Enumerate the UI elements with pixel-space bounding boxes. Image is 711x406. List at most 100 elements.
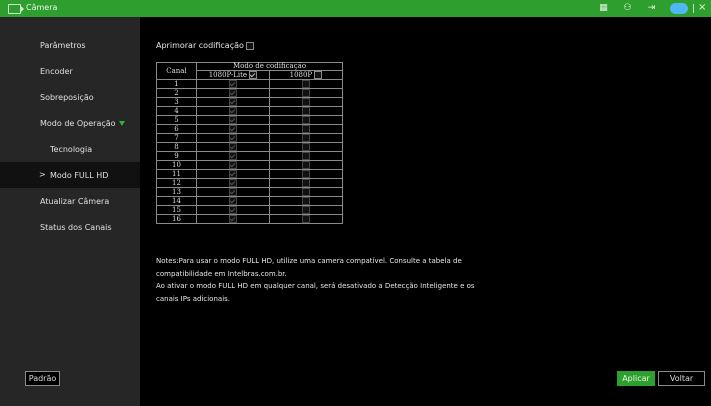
cloud-icon[interactable] [670,3,688,14]
1080p-lite-checkbox[interactable] [229,215,237,223]
lite-cell [196,79,270,89]
1080p-lite-checkbox[interactable] [229,98,237,106]
1080p-checkbox[interactable] [302,170,310,178]
logout-icon[interactable]: ⇥ [646,3,657,14]
1080p-lite-checkbox[interactable] [229,80,237,88]
sidebar-item-modo-full-hd[interactable]: > Modo FULL HD [0,162,140,188]
1080p-lite-checkbox[interactable] [229,170,237,178]
1080p-checkbox[interactable] [302,179,310,187]
main-content: Aprimorar codificação Canal Modo de codi… [140,17,711,406]
fullhd-cell [269,169,343,179]
table-row: 15 [156,205,343,215]
1080p-lite-checkbox[interactable] [229,134,237,142]
1080p-lite-checkbox[interactable] [229,143,237,151]
table-row: 12 [156,178,343,188]
select-all-1080p-checkbox[interactable] [314,71,323,79]
users-icon[interactable]: ⚇ [622,3,633,14]
1080p-lite-checkbox[interactable] [229,125,237,133]
improve-encoding-row: Aprimorar codificação [156,41,255,50]
select-all-1080p-lite-checkbox[interactable] [249,71,258,79]
channel-cell: 15 [156,205,197,215]
channel-cell: 9 [156,151,197,161]
sidebar-item-sobreposicao[interactable]: Sobreposição [0,84,140,110]
fullhd-cell [269,151,343,161]
lite-cell [196,97,270,107]
lite-cell [196,133,270,143]
chevron-right-icon: > [39,170,46,179]
table-row: 4 [156,106,343,116]
notes-line: Ao ativar o modo FULL HD em qualquer can… [156,282,475,290]
fullhd-cell [269,79,343,89]
1080p-checkbox[interactable] [302,107,310,115]
sidebar-item-encoder[interactable]: Encoder [0,58,140,84]
table-row: 14 [156,196,343,206]
fullhd-cell [269,196,343,206]
1080p-checkbox[interactable] [302,134,310,142]
1080p-checkbox[interactable] [302,80,310,88]
channel-cell: 13 [156,187,197,197]
1080p-checkbox[interactable] [302,188,310,196]
1080p-lite-checkbox[interactable] [229,152,237,160]
fullhd-cell [269,106,343,116]
1080p-checkbox[interactable] [302,152,310,160]
lite-cell [196,88,270,98]
lite-cell [196,178,270,188]
table-row: 5 [156,115,343,125]
1080p-lite-checkbox[interactable] [229,179,237,187]
1080p-checkbox[interactable] [302,206,310,214]
fullhd-cell [269,205,343,215]
1080p-lite-checkbox[interactable] [229,116,237,124]
sidebar-item-label: Atualizar Câmera [40,197,110,206]
lite-cell [196,205,270,215]
default-button[interactable]: Padrão [25,371,60,386]
table-row: 10 [156,160,343,170]
1080p-lite-checkbox[interactable] [229,89,237,97]
1080p-lite-checkbox[interactable] [229,197,237,205]
sidebar-item-modo-operacao[interactable]: Modo de Operação [0,110,140,136]
lite-cell [196,106,270,116]
calendar-icon[interactable]: ▦ [598,3,609,14]
sidebar-item-label: Sobreposição [40,93,94,102]
1080p-checkbox[interactable] [302,89,310,97]
sidebar-item-tecnologia[interactable]: Tecnologia [0,136,140,162]
sidebar-item-atualizar-camera[interactable]: Atualizar Câmera [0,188,140,214]
table-row: 6 [156,124,343,134]
sidebar-item-status-canais[interactable]: Status dos Canais [0,214,140,240]
1080p-lite-checkbox[interactable] [229,161,237,169]
1080p-lite-checkbox[interactable] [229,206,237,214]
top-bar: Câmera ▦ ⚇ ⇥ × [0,0,711,17]
fullhd-cell [269,88,343,98]
1080p-lite-checkbox[interactable] [229,188,237,196]
improve-encoding-checkbox[interactable] [246,41,255,50]
column-header-1080p: 1080P [269,70,343,80]
close-icon[interactable]: × [698,2,706,13]
improve-encoding-label: Aprimorar codificação [156,41,244,50]
lite-cell [196,142,270,152]
notes-line: compatibilidade em Intelbras.com.br. [156,269,287,278]
table-row: 16 [156,214,343,224]
1080p-checkbox[interactable] [302,197,310,205]
table-row: 3 [156,97,343,107]
sidebar-item-label: Tecnologia [50,145,93,154]
sidebar-item-label: Encoder [40,67,73,76]
1080p-checkbox[interactable] [302,125,310,133]
channel-cell: 8 [156,142,197,152]
sidebar-item-label: Modo de Operação [40,119,116,128]
1080p-lite-checkbox[interactable] [229,107,237,115]
lite-cell [196,124,270,134]
1080p-checkbox[interactable] [302,98,310,106]
channel-cell: 16 [156,214,197,224]
channel-cell: 10 [156,160,197,170]
apply-button[interactable]: Aplicar [617,371,655,386]
1080p-checkbox[interactable] [302,161,310,169]
sidebar-item-parametros[interactable]: Parâmetros [0,32,140,58]
1080p-checkbox[interactable] [302,143,310,151]
channel-cell: 6 [156,124,197,134]
column-header-1080p-lite: 1080P-Lite [196,70,270,80]
1080p-checkbox[interactable] [302,116,310,124]
back-button[interactable]: Voltar [658,371,705,386]
expand-arrow-icon [119,121,125,126]
channel-cell: 2 [156,88,197,98]
1080p-checkbox[interactable] [302,215,310,223]
camera-icon [8,4,24,14]
